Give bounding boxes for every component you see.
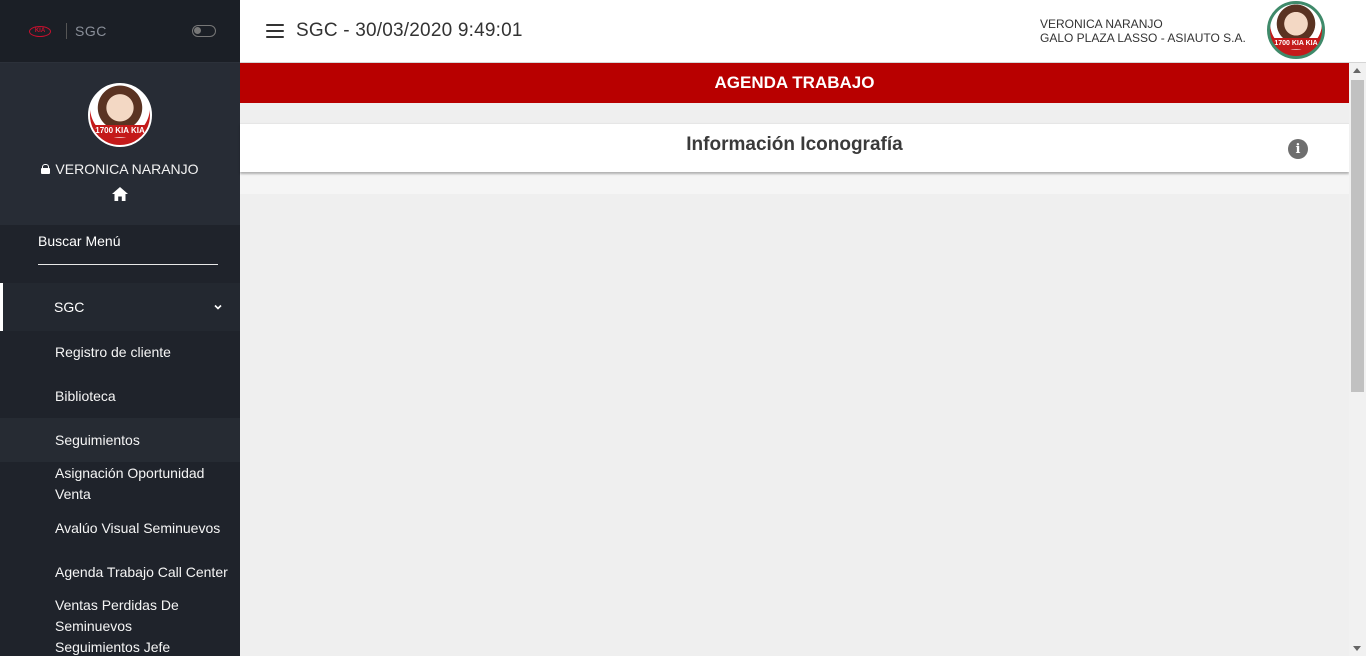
page-title: SGC - 30/03/2020 9:49:01 [296, 20, 523, 41]
profile-panel: 1700 KIA KIA VERONICA NARANJO [0, 63, 240, 225]
sidebar-user: VERONICA NARANJO [41, 161, 199, 177]
content-divider [240, 172, 1349, 194]
scroll-down-icon[interactable] [1353, 646, 1361, 651]
sidebar-item-seguimientos[interactable]: Seguimientos [0, 418, 240, 462]
lock-icon [41, 164, 51, 174]
header-avatar-caption: 1700 KIA KIA [1270, 37, 1322, 49]
kia-logo-text: KIA [29, 25, 51, 37]
card-title: Información Iconografía [686, 134, 903, 155]
avatar-caption: 1700 KIA KIA [90, 124, 150, 137]
scrollbar[interactable] [1349, 63, 1366, 656]
menu-icon[interactable] [266, 24, 284, 38]
section-banner: AGENDA TRABAJO [240, 63, 1349, 103]
sidebar-item-agenda-call-center[interactable]: Agenda Trabajo Call Center [0, 562, 238, 583]
sidebar-item-asignacion-oportunidad[interactable]: Asignación Oportunidad Venta [0, 463, 240, 505]
sidebar-item-seguimientos-jefe[interactable]: Seguimientos Jefe [0, 637, 180, 656]
top-header: SGC - 30/03/2020 9:49:01 VERONICA NARANJ… [240, 0, 1366, 63]
app-name: SGC [75, 23, 107, 39]
scroll-up-icon[interactable] [1353, 68, 1361, 73]
main-content: AGENDA TRABAJO Información Iconografía i [240, 63, 1349, 656]
header-user-company: GALO PLAZA LASSO - ASIAUTO S.A. [1040, 31, 1246, 45]
toggle-knob [194, 27, 201, 34]
sidebar: KIA SGC 1700 KIA KIA VERONICA NARANJO Bu… [0, 0, 240, 656]
sidebar-item-registro-cliente[interactable]: Registro de cliente [0, 342, 181, 363]
sidebar-item-ventas-perdidas[interactable]: Ventas Perdidas De Seminuevos [0, 595, 240, 637]
theme-toggle[interactable] [192, 25, 216, 37]
header-user-info[interactable]: VERONICA NARANJO GALO PLAZA LASSO - ASIA… [1040, 17, 1246, 45]
sidebar-user-name: VERONICA NARANJO [55, 161, 199, 177]
search-input[interactable] [38, 263, 218, 265]
scroll-thumb[interactable] [1351, 80, 1364, 392]
kia-logo[interactable]: KIA [26, 22, 54, 40]
avatar: 1700 KIA KIA [88, 83, 152, 147]
menu-group-label: SGC [54, 299, 85, 315]
home-icon[interactable] [112, 187, 128, 201]
search-label: Buscar Menú [38, 233, 121, 249]
menu-group-sgc: SGC Registro de cliente Biblioteca Segui… [0, 283, 240, 655]
header-avatar[interactable]: 1700 KIA KIA [1267, 1, 1325, 59]
header-user-name: VERONICA NARANJO [1040, 17, 1163, 31]
chevron-down-icon [214, 304, 222, 310]
menu-group-header[interactable]: SGC [0, 283, 240, 331]
sidebar-item-biblioteca[interactable]: Biblioteca [0, 386, 126, 407]
sidebar-item-avaluo-visual[interactable]: Avalúo Visual Seminuevos [0, 518, 230, 539]
brand-divider [66, 23, 67, 39]
info-icon[interactable]: i [1288, 139, 1308, 159]
info-card: Información Iconografía i [240, 123, 1349, 172]
menu-search: Buscar Menú [0, 225, 240, 283]
